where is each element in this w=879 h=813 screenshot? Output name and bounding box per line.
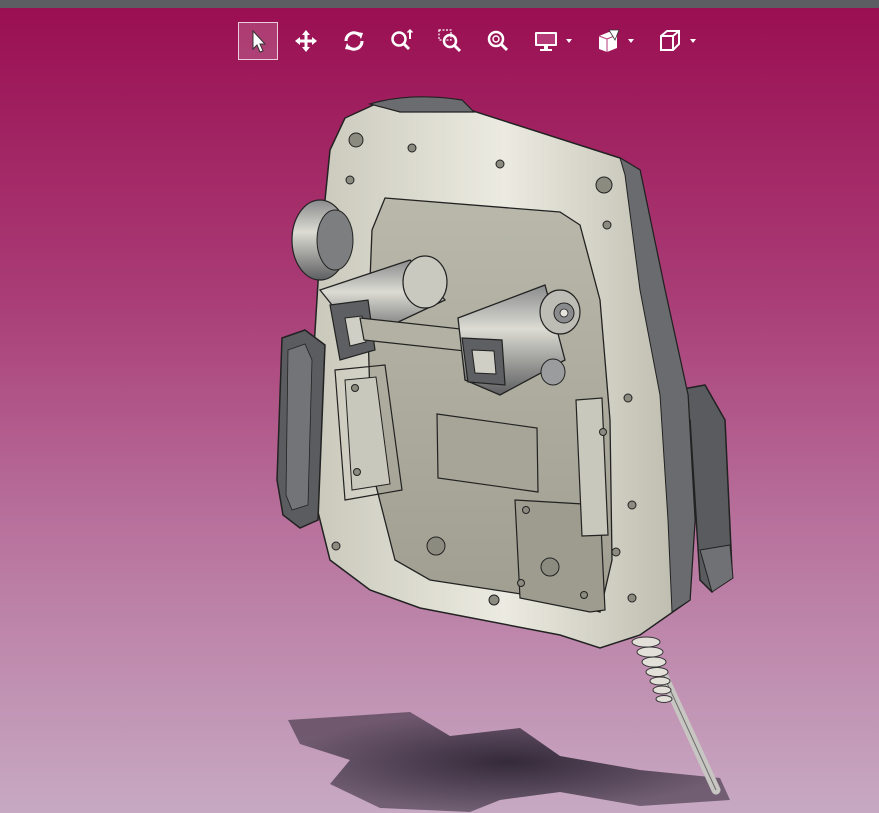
- model-shadow: [288, 712, 730, 812]
- cable: [631, 636, 721, 795]
- 3d-model-render[interactable]: [0, 8, 879, 813]
- window-title-bar: [0, 0, 879, 8]
- 3d-viewport[interactable]: [0, 8, 879, 813]
- left-grip: [276, 329, 326, 529]
